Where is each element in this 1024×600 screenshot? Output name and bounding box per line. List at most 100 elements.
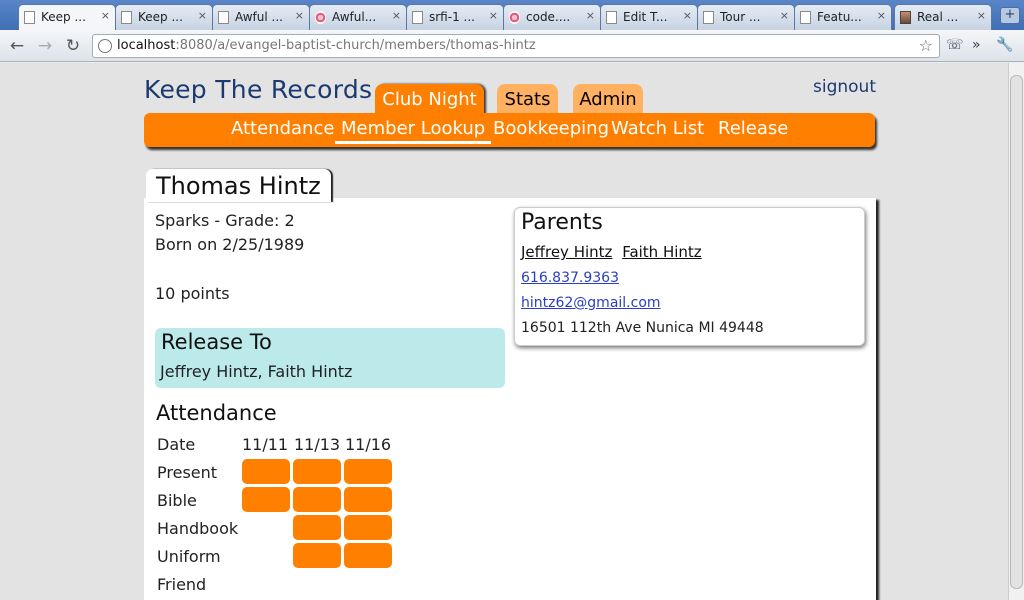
page-icon <box>218 11 229 24</box>
browser-tab-label: Edit T... <box>623 10 668 24</box>
browser-tab-label: code.... <box>526 10 571 24</box>
close-icon[interactable]: × <box>489 9 498 22</box>
browser-tab[interactable]: Tour ... × <box>697 4 795 30</box>
subnav-release[interactable]: Release <box>718 118 788 139</box>
logo-icon <box>315 11 326 24</box>
attendance-mark[interactable] <box>344 515 392 540</box>
member-panel: Sparks - Grade: 2 Born on 2/25/1989 10 p… <box>144 198 876 600</box>
parent-link[interactable]: Faith Hintz <box>622 243 701 261</box>
tab-stats[interactable]: Stats <box>497 84 558 116</box>
attendance-mark[interactable] <box>242 459 290 484</box>
signout-link[interactable]: signout <box>813 77 876 97</box>
member-name-heading: Thomas Hintz <box>146 169 331 202</box>
page-icon <box>606 11 617 24</box>
attendance-mark[interactable] <box>344 459 392 484</box>
attendance-mark[interactable] <box>293 515 341 540</box>
close-icon[interactable]: × <box>683 9 692 22</box>
release-to-names: Jeffrey Hintz, Faith Hintz <box>160 362 353 381</box>
parent-email-link[interactable]: hintz62@gmail.com <box>521 295 661 311</box>
browser-tab-label: Featu... <box>817 10 862 24</box>
back-arrow-icon[interactable]: ← <box>6 35 28 57</box>
browser-tab-label: srfi-1 ... <box>429 10 475 24</box>
attendance-date: 11/16 <box>345 435 392 454</box>
subnav-watch-list[interactable]: Watch List <box>611 118 704 139</box>
scrollbar-thumb[interactable] <box>1010 75 1023 589</box>
attendance-mark[interactable] <box>344 487 392 512</box>
parents-heading: Parents <box>521 210 603 235</box>
page-icon <box>121 11 132 24</box>
browser-tab-label: Awful... <box>332 10 377 24</box>
tab-admin[interactable]: Admin <box>573 84 643 116</box>
browser-tab-label: Keep ... <box>138 10 183 24</box>
close-icon[interactable]: × <box>295 9 304 22</box>
browser-tab[interactable]: Edit T... × <box>600 4 698 30</box>
browser-tab[interactable]: Keep ... × <box>115 4 213 30</box>
tab-club-night[interactable]: Club Night <box>375 84 484 116</box>
address-bar[interactable]: localhost:8080/a/evangel-baptist-church/… <box>92 34 940 58</box>
release-to-heading: Release To <box>161 330 272 354</box>
page-content: Keep The Records signout Club Night Stat… <box>0 63 1008 600</box>
points: 10 points <box>155 284 230 303</box>
subnav-member-lookup[interactable]: Member Lookup <box>335 118 492 144</box>
subnav-attendance[interactable]: Attendance <box>231 118 334 139</box>
page-icon <box>24 11 35 24</box>
browser-tab-label: Real ... <box>917 10 959 24</box>
attendance-mark[interactable] <box>344 543 392 568</box>
page-icon <box>703 11 714 24</box>
avatar-icon <box>900 11 911 24</box>
browser-toolbar: ← → ↻ localhost:8080/a/evangel-baptist-c… <box>0 30 1024 62</box>
browser-tab[interactable]: Awful... × <box>309 4 407 30</box>
attendance-date: 11/13 <box>294 435 341 454</box>
browser-tab-strip: Keep ... × Keep ... × Awful ... × Awful.… <box>0 0 1024 31</box>
parent-link[interactable]: Jeffrey Hintz <box>521 243 612 261</box>
parent-phone-link[interactable]: 616.837.9363 <box>521 270 619 286</box>
browser-tab[interactable]: Awful ... × <box>212 4 310 30</box>
wrench-icon[interactable]: 🔧 <box>996 37 1013 53</box>
close-icon[interactable]: × <box>392 9 401 22</box>
forward-arrow-icon[interactable]: → <box>34 35 56 57</box>
parents-card: Parents Jeffrey Hintz Faith Hintz 616.83… <box>514 207 865 346</box>
reload-icon[interactable]: ↻ <box>62 35 84 57</box>
browser-tab-label: Keep ... <box>41 10 86 24</box>
site-title: Keep The Records <box>144 75 373 104</box>
browser-tab[interactable]: srfi-1 ... × <box>406 4 504 30</box>
close-icon[interactable]: × <box>780 9 789 22</box>
birth-date: Born on 2/25/1989 <box>155 235 305 254</box>
browser-tab[interactable]: Real ... × <box>894 4 992 30</box>
new-tab-button[interactable]: + <box>1000 7 1020 24</box>
browser-tab-label: Tour ... <box>720 10 761 24</box>
parent-address: 16501 112th Ave Nunica MI 49448 <box>521 320 764 336</box>
attendance-mark[interactable] <box>293 459 341 484</box>
browser-tab-label: Awful ... <box>235 10 283 24</box>
attendance-mark[interactable] <box>293 487 341 512</box>
attendance-row-label: Present <box>157 463 218 482</box>
attendance-date-label: Date <box>157 435 196 454</box>
subnav-bookkeeping[interactable]: Bookkeeping <box>493 118 609 139</box>
globe-icon <box>98 39 112 53</box>
bookmark-star-icon[interactable]: ☆ <box>919 35 933 57</box>
browser-tab[interactable]: code.... × <box>503 4 601 30</box>
extension-icon[interactable]: ☏ <box>946 37 964 53</box>
parent-names: Jeffrey Hintz Faith Hintz <box>521 243 707 261</box>
attendance-row-label: Handbook <box>157 519 239 538</box>
sub-navigation: Attendance Member Lookup Bookkeeping Wat… <box>144 113 875 147</box>
close-icon[interactable]: × <box>101 9 110 22</box>
close-icon[interactable]: × <box>198 9 207 22</box>
browser-tab[interactable]: Featu... × <box>794 4 892 30</box>
close-icon[interactable]: × <box>977 9 986 22</box>
url-host: localhost <box>117 38 176 53</box>
browser-tab[interactable]: Keep ... × <box>18 4 116 31</box>
close-icon[interactable]: × <box>586 9 595 22</box>
page-icon <box>412 11 423 24</box>
attendance-row-label: Bible <box>157 491 197 510</box>
vertical-scrollbar[interactable] <box>1008 63 1024 600</box>
close-icon[interactable]: × <box>877 9 886 22</box>
club-grade: Sparks - Grade: 2 <box>155 211 295 230</box>
url-path: :8080/a/evangel-baptist-church/members/t… <box>175 38 536 53</box>
page-icon <box>800 11 811 24</box>
logo-icon <box>509 11 520 24</box>
attendance-mark[interactable] <box>293 543 341 568</box>
chevron-double-right-icon[interactable]: » <box>972 37 981 53</box>
attendance-heading: Attendance <box>156 401 277 425</box>
attendance-mark[interactable] <box>242 487 290 512</box>
